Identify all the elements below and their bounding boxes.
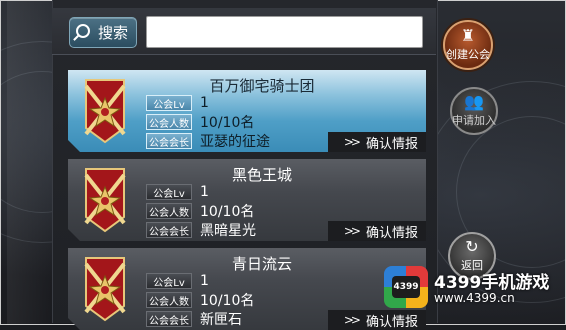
apply-join-button[interactable]: 👥 申请加入 xyxy=(450,87,498,135)
guild-level: 1 xyxy=(200,184,209,200)
double-chevron-icon: >> xyxy=(343,135,358,149)
refresh-arrow-icon: ↻ xyxy=(465,237,479,256)
castle-icon: ♜ xyxy=(460,26,476,45)
confirm-info-label: 确认情报 xyxy=(365,136,418,152)
double-chevron-icon: >> xyxy=(343,224,358,238)
guild-level-label: 公会Lv xyxy=(146,95,192,111)
confirm-info-button[interactable]: >> 确认情报 xyxy=(328,221,426,241)
guild-leader: 新匣石 xyxy=(200,312,242,328)
search-button[interactable]: 搜索 xyxy=(69,17,137,48)
left-rail xyxy=(7,1,51,324)
confirm-info-label: 确认情报 xyxy=(365,225,418,241)
create-guild-label: 创建公会 xyxy=(446,48,490,61)
apply-join-label: 申请加入 xyxy=(452,114,496,127)
guild-level: 1 xyxy=(200,95,209,111)
guild-level-label: 公会Lv xyxy=(146,273,192,289)
guild-name: 百万御宅骑士团 xyxy=(209,77,315,95)
watermark-url: www.4399.cn xyxy=(434,291,515,305)
guild-name: 青日流云 xyxy=(231,255,292,273)
guild-members: 10/10名 xyxy=(200,293,255,309)
guild-level: 1 xyxy=(200,273,209,289)
guild-leader-label: 公会会长 xyxy=(146,222,192,238)
guild-leader: 亚瑟的征途 xyxy=(200,134,270,150)
guild-leader: 黑暗星光 xyxy=(200,223,256,239)
guild-row-2[interactable]: 黑色王城 公会Lv 1 公会人数 10/10名 公会会长 黑暗星光 >> 确认情报 xyxy=(68,159,426,241)
people-icon: 👥 xyxy=(464,92,484,111)
confirm-info-label: 确认情报 xyxy=(365,314,418,330)
watermark: 4399 4399手机游戏 www.4399.cn xyxy=(384,262,554,312)
4399-logo-icon: 4399 xyxy=(384,266,428,308)
search-button-label: 搜索 xyxy=(98,24,129,42)
search-icon xyxy=(76,24,90,38)
logo-text: 4399 xyxy=(392,276,420,298)
guild-row-3[interactable]: 青日流云 公会Lv 1 公会人数 10/10名 公会会长 新匣石 >> 确认情报 xyxy=(68,248,426,330)
confirm-info-button[interactable]: >> 确认情报 xyxy=(328,132,426,152)
guild-members: 10/10名 xyxy=(200,204,255,220)
guild-name: 黑色王城 xyxy=(231,166,292,184)
confirm-info-button[interactable]: >> 确认情报 xyxy=(328,310,426,330)
search-input[interactable] xyxy=(146,16,423,48)
guild-level-label: 公会Lv xyxy=(146,184,192,200)
guild-members: 10/10名 xyxy=(200,115,255,131)
create-guild-button[interactable]: ♜ 创建公会 xyxy=(443,20,493,70)
guild-row-1[interactable]: 百万御宅骑士团 公会Lv 1 公会人数 10/10名 公会会长 亚瑟的征途 >> 确认情… xyxy=(68,70,426,152)
guild-leader-label: 公会会长 xyxy=(146,133,192,149)
guild-members-label: 公会人数 xyxy=(146,203,192,219)
guild-members-label: 公会人数 xyxy=(146,292,192,308)
guild-members-label: 公会人数 xyxy=(146,114,192,130)
watermark-title: 4399手机游戏 xyxy=(434,273,550,293)
